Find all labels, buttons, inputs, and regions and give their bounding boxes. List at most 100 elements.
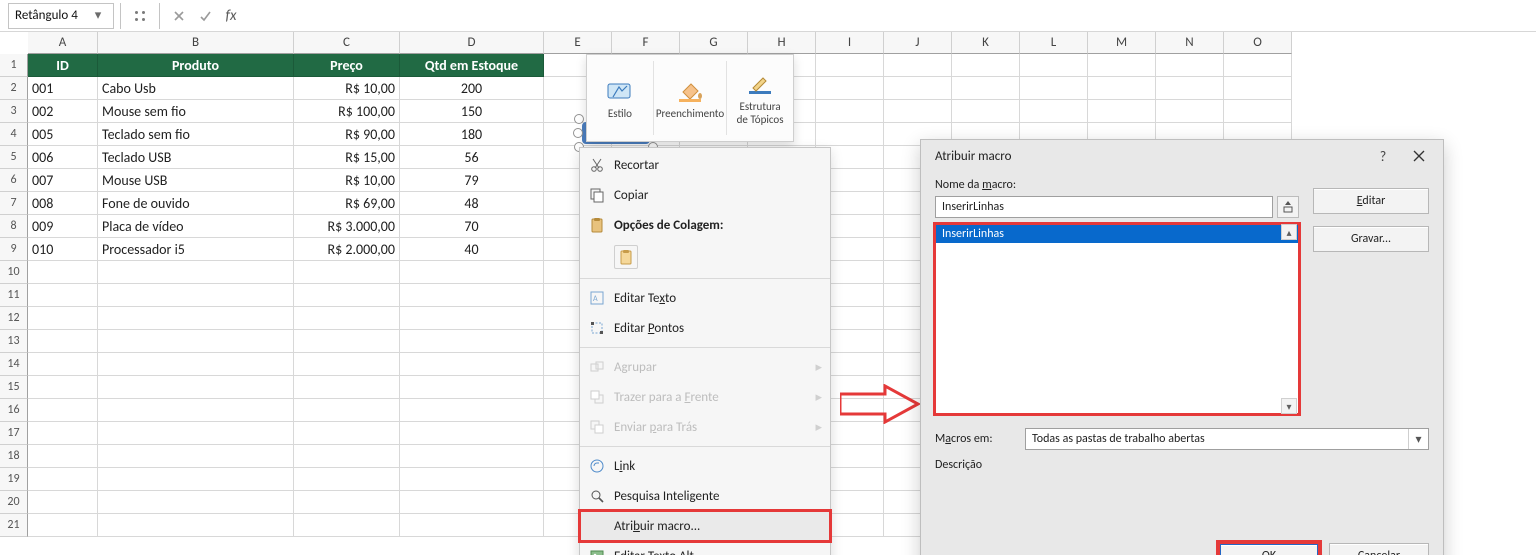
cell[interactable]	[816, 77, 884, 100]
row-header[interactable]: 11	[0, 284, 28, 307]
cell[interactable]	[1156, 54, 1224, 77]
column-header[interactable]: A	[28, 32, 98, 54]
cell[interactable]	[28, 284, 98, 307]
cell[interactable]: R$ 3.000,00	[294, 215, 400, 238]
row-header[interactable]: 3	[0, 100, 28, 123]
cell[interactable]: 005	[28, 123, 98, 146]
cell[interactable]: ID	[28, 54, 98, 77]
row-header[interactable]: 13	[0, 330, 28, 353]
cell[interactable]	[28, 261, 98, 284]
resize-handle[interactable]	[573, 128, 583, 138]
menu-item-smart-lookup[interactable]: Pesquisa Inteligente	[580, 481, 830, 511]
menu-item-edit-text[interactable]: A Editar Texto	[580, 283, 830, 313]
macro-name-input[interactable]: InserirLinhas	[935, 196, 1273, 218]
cell[interactable]	[98, 422, 294, 445]
macro-list-item[interactable]: InserirLinhas	[936, 225, 1298, 243]
menu-item-link[interactable]: Link	[580, 451, 830, 481]
row-header[interactable]: 6	[0, 169, 28, 192]
cell[interactable]	[28, 468, 98, 491]
row-header[interactable]: 15	[0, 376, 28, 399]
cell[interactable]	[952, 54, 1020, 77]
record-macro-button[interactable]: Gravar...	[1313, 226, 1429, 252]
cell[interactable]	[294, 468, 400, 491]
cell[interactable]: R$ 100,00	[294, 100, 400, 123]
cell[interactable]: 009	[28, 215, 98, 238]
cell[interactable]: 007	[28, 169, 98, 192]
cell[interactable]	[28, 491, 98, 514]
cell[interactable]: R$ 15,00	[294, 146, 400, 169]
cell[interactable]	[400, 422, 544, 445]
cell[interactable]	[400, 307, 544, 330]
cell[interactable]	[400, 376, 544, 399]
cell[interactable]: Preço	[294, 54, 400, 77]
row-header[interactable]: 8	[0, 215, 28, 238]
resize-handle[interactable]	[574, 114, 584, 124]
cell[interactable]: Processador i5	[98, 238, 294, 261]
cell[interactable]	[884, 77, 952, 100]
cell[interactable]: 40	[400, 238, 544, 261]
cell[interactable]	[294, 376, 400, 399]
cell[interactable]: 79	[400, 169, 544, 192]
row-header[interactable]: 4	[0, 123, 28, 146]
cell[interactable]	[294, 514, 400, 537]
cell[interactable]	[98, 284, 294, 307]
macros-in-combo[interactable]: Todas as pastas de trabalho abertas ▾	[1025, 428, 1429, 450]
cell[interactable]	[952, 77, 1020, 100]
cell[interactable]: 48	[400, 192, 544, 215]
cell[interactable]	[98, 353, 294, 376]
cancel-entry-icon[interactable]	[166, 3, 192, 29]
cell[interactable]	[28, 399, 98, 422]
cell[interactable]	[884, 100, 952, 123]
cell[interactable]	[816, 100, 884, 123]
cell[interactable]	[400, 514, 544, 537]
macro-list[interactable]: InserirLinhas ▴ ▾	[935, 224, 1299, 414]
cell[interactable]	[816, 54, 884, 77]
scroll-down-button[interactable]: ▾	[1281, 398, 1297, 414]
cell[interactable]	[294, 399, 400, 422]
row-header[interactable]: 9	[0, 238, 28, 261]
cell[interactable]	[1020, 77, 1088, 100]
column-header[interactable]: C	[294, 32, 400, 54]
menu-item-copy[interactable]: Copiar	[580, 180, 830, 210]
paste-option-button[interactable]	[614, 245, 638, 269]
cell[interactable]	[294, 491, 400, 514]
cell[interactable]: 70	[400, 215, 544, 238]
name-box-dropdown-icon[interactable]: ▾	[89, 8, 107, 23]
cell[interactable]	[952, 100, 1020, 123]
cell[interactable]	[294, 284, 400, 307]
column-header[interactable]: F	[612, 32, 680, 54]
cell[interactable]	[98, 514, 294, 537]
cell[interactable]	[1224, 54, 1292, 77]
cell[interactable]	[400, 468, 544, 491]
cell[interactable]	[294, 445, 400, 468]
cell[interactable]: Qtd em Estoque	[400, 54, 544, 77]
cell[interactable]: 010	[28, 238, 98, 261]
cell[interactable]	[98, 261, 294, 284]
cell[interactable]	[28, 445, 98, 468]
cell[interactable]: 002	[28, 100, 98, 123]
cell[interactable]	[400, 399, 544, 422]
cell[interactable]	[400, 330, 544, 353]
cell[interactable]: Placa de vídeo	[98, 215, 294, 238]
column-header[interactable]: N	[1156, 32, 1224, 54]
ref-edit-button[interactable]	[1277, 196, 1299, 218]
menu-item-edit-alt-text[interactable]: Editar Texto Alt...	[580, 541, 830, 555]
row-header[interactable]: 10	[0, 261, 28, 284]
column-header[interactable]: I	[816, 32, 884, 54]
row-header[interactable]: 2	[0, 77, 28, 100]
column-header[interactable]: E	[544, 32, 612, 54]
column-header[interactable]: B	[98, 32, 294, 54]
cell[interactable]	[98, 399, 294, 422]
insert-function-icon[interactable]: fx	[218, 3, 244, 29]
cell[interactable]: Fone de ouvido	[98, 192, 294, 215]
cell[interactable]	[294, 422, 400, 445]
cell[interactable]	[294, 330, 400, 353]
column-header[interactable]: G	[680, 32, 748, 54]
edit-macro-button[interactable]: Editar	[1313, 188, 1429, 214]
row-header[interactable]: 21	[0, 514, 28, 537]
cell[interactable]	[98, 468, 294, 491]
cell[interactable]	[28, 307, 98, 330]
menu-item-assign-macro[interactable]: Atribuir macro...	[580, 511, 830, 541]
cell[interactable]: R$ 10,00	[294, 77, 400, 100]
mini-toolbar-fill[interactable]: Preenchimento	[654, 55, 726, 141]
